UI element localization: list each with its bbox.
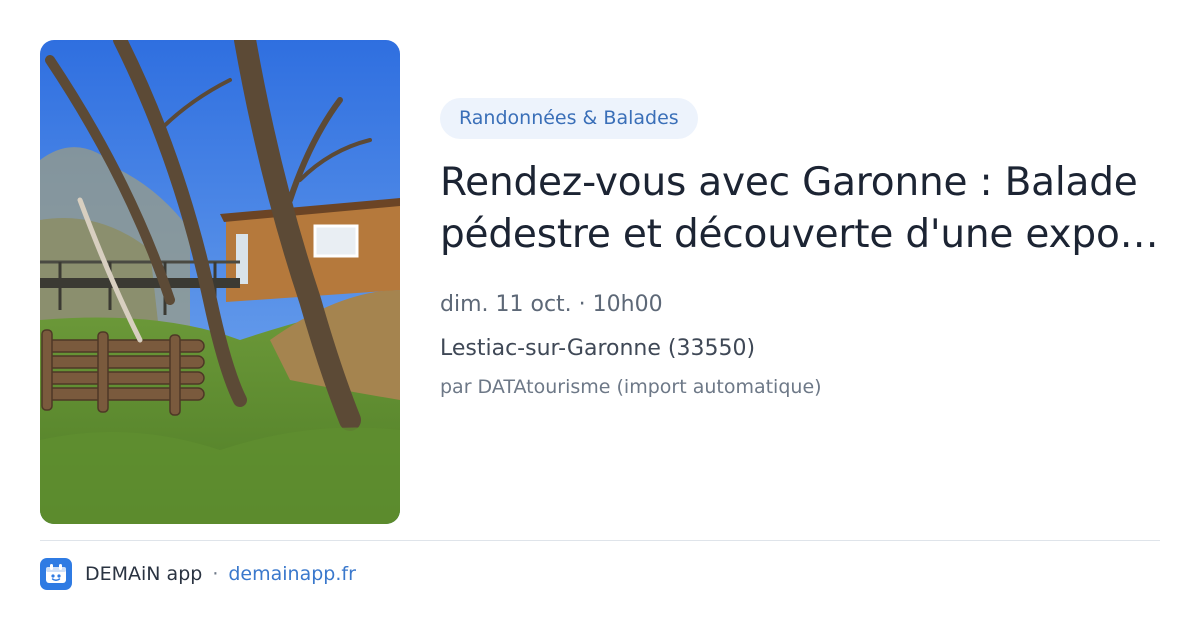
demain-app-logo-icon[interactable]	[40, 558, 72, 590]
domain-link[interactable]: demainapp.fr	[228, 563, 356, 585]
footer-divider	[40, 540, 1160, 541]
event-details: Randonnées & Balades Rendez-vous avec Ga…	[440, 98, 1160, 401]
event-title[interactable]: Rendez-vous avec Garonne : Balade pédest…	[440, 157, 1160, 261]
footer-separator: ·	[212, 563, 219, 585]
app-name: DEMAiN app	[85, 563, 203, 585]
event-photo	[40, 40, 400, 524]
footer: DEMAiN app · demainapp.fr	[40, 558, 356, 590]
event-photo-icon	[40, 40, 400, 524]
category-badge[interactable]: Randonnées & Balades	[440, 98, 698, 139]
event-location: Lestiac-sur-Garonne (33550)	[440, 336, 756, 361]
event-source: par DATAtourisme (import automatique)	[440, 376, 822, 398]
event-datetime: dim. 11 oct. · 10h00	[440, 292, 663, 317]
